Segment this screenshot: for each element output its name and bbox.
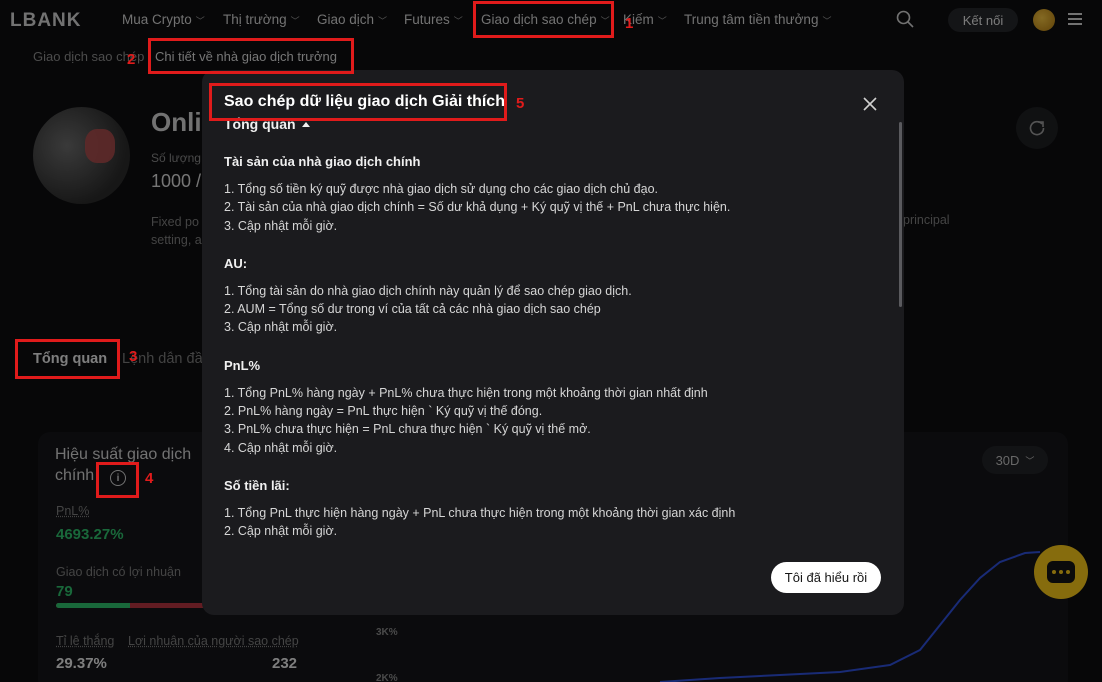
block-line: 1. Tổng số tiền ký quỹ được nhà giao dịc… <box>224 182 659 196</box>
block-title: Tài sản của nhà giao dịch chính <box>224 154 421 169</box>
annotation-number: 3 <box>129 348 138 365</box>
block-line: 1. Tổng PnL thực hiện hàng ngày + PnL ch… <box>224 505 736 520</box>
block-line: 3. Cập nhật mỗi giờ. <box>224 320 338 335</box>
close-icon[interactable] <box>862 96 878 112</box>
annotation-box-3 <box>15 339 120 379</box>
block-line: 2. AUM = Tổng số dư trong ví của tất cả … <box>224 302 601 317</box>
annotation-box-4 <box>96 462 139 498</box>
annotation-number: 2 <box>127 51 136 68</box>
block-line: 2. Tài sản của nhà giao dịch chính = Số … <box>224 200 731 215</box>
annotation-box-2 <box>148 38 354 74</box>
block-line: 1. Tổng PnL% hàng ngày + PnL% chưa thực … <box>224 385 708 400</box>
understood-button[interactable]: Tôi đã hiểu rồi <box>771 562 881 593</box>
annotation-box-1 <box>473 1 614 38</box>
explanation-block: AU: 1. Tổng tài sản do nhà giao dịch chín… <box>224 256 884 337</box>
annotation-number: 5 <box>516 95 525 112</box>
explanation-modal: Sao chép dữ liệu giao dịch Giải thích Tổ… <box>202 70 904 615</box>
explanation-block: Số tiền lãi: 1. Tổng PnL thực hiện hàng n… <box>224 478 884 541</box>
annotation-number: 1 <box>625 15 634 32</box>
scrollbar[interactable] <box>899 122 902 307</box>
explanation-block: PnL% 1. Tổng PnL% hàng ngày + PnL% chưa t… <box>224 358 884 457</box>
block-line: 2. Cập nhật mỗi giờ. <box>224 524 338 539</box>
block-title: AU: <box>224 255 248 271</box>
block-line: 4. Cập nhật mỗi giờ. <box>224 440 338 455</box>
explanation-blocks: Tài sản của nhà giao dịch chính 1. Tổng s… <box>224 154 884 541</box>
modal-body: Tổng quan Tài sản của nhà giao dịch chín… <box>224 116 884 546</box>
block-line: 3. PnL% chưa thực hiện = PnL chưa thực h… <box>224 422 591 437</box>
block-line: 3. Cập nhật mỗi giờ. <box>224 218 338 233</box>
block-title: Số tiền lãi: <box>224 477 290 493</box>
explanation-block: Tài sản của nhà giao dịch chính 1. Tổng s… <box>224 154 884 235</box>
block-line: 2. PnL% hàng ngày = PnL thực hiện ` Ký q… <box>224 404 543 419</box>
annotation-box-5 <box>209 83 507 121</box>
block-line: 1. Tổng tài sản do nhà giao dịch chính n… <box>224 283 632 298</box>
annotation-number: 4 <box>145 470 154 487</box>
block-title: PnL% <box>224 357 261 373</box>
caret-up-icon <box>301 121 310 127</box>
